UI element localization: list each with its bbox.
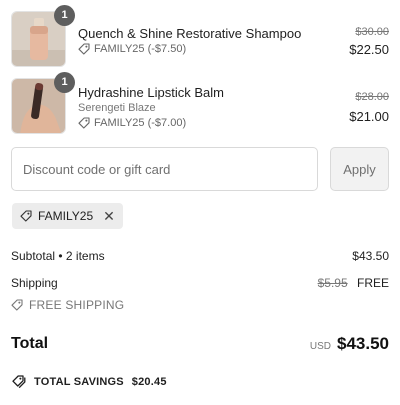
discount-code-row: Apply xyxy=(11,147,389,191)
free-shipping-text: FREE SHIPPING xyxy=(29,298,125,312)
applied-discount-code: FAMILY25 xyxy=(38,209,94,223)
product-name: Hydrashine Lipstick Balm xyxy=(78,85,224,100)
currency-code: USD xyxy=(309,341,331,352)
product-name: Quench & Shine Restorative Shampoo xyxy=(78,26,302,41)
shipping-original-price: $5.95 xyxy=(317,276,348,290)
total-savings: TOTAL SAVINGS $20.45 xyxy=(12,375,167,388)
discounted-price: $21.00 xyxy=(349,109,389,124)
discount-code-input[interactable] xyxy=(11,147,318,191)
tag-icon xyxy=(78,43,90,55)
savings-value: $20.45 xyxy=(131,375,167,388)
shipping-value: FREE xyxy=(356,276,389,290)
total-price: USD $43.50 xyxy=(310,334,389,354)
applied-discount-chip: FAMILY25 ✕ xyxy=(12,203,123,229)
total-row: Total USD $43.50 xyxy=(11,334,389,356)
tags-icon xyxy=(12,375,26,388)
free-shipping-note: FREE SHIPPING xyxy=(11,298,124,312)
tag-icon xyxy=(78,117,90,129)
tag-icon xyxy=(11,299,23,311)
item-discount: FAMILY25 (-$7.00) xyxy=(78,117,186,129)
quantity-badge: 1 xyxy=(54,72,75,93)
shipping-row: Shipping $5.95 FREE xyxy=(11,276,389,290)
shipping-price: $5.95 FREE xyxy=(318,276,389,290)
tag-icon xyxy=(20,210,32,222)
subtotal-row: Subtotal • 2 items $43.50 xyxy=(11,249,389,263)
line-item-shampoo: 1 Quench & Shine Restorative Shampoo FAM… xyxy=(11,5,391,67)
discounted-price: $22.50 xyxy=(349,42,389,57)
item-discount: FAMILY25 (-$7.50) xyxy=(78,43,186,55)
apply-button[interactable]: Apply xyxy=(330,147,389,191)
item-discount-text: FAMILY25 (-$7.00) xyxy=(94,117,187,129)
original-price: $28.00 xyxy=(355,91,389,103)
total-label: Total xyxy=(11,335,49,352)
original-price: $30.00 xyxy=(355,26,389,38)
quantity-badge: 1 xyxy=(54,5,75,26)
shipping-label: Shipping xyxy=(11,276,58,290)
line-item-lipstick: 1 Hydrashine Lipstick Balm Serengeti Bla… xyxy=(11,72,391,134)
product-variant: Serengeti Blaze xyxy=(78,102,156,114)
subtotal-value: $43.50 xyxy=(352,249,389,263)
subtotal-label: Subtotal • 2 items xyxy=(11,249,105,263)
savings-label: TOTAL SAVINGS xyxy=(34,375,124,388)
item-discount-text: FAMILY25 (-$7.50) xyxy=(94,43,187,55)
close-icon[interactable]: ✕ xyxy=(103,209,115,223)
total-value: $43.50 xyxy=(337,334,389,353)
